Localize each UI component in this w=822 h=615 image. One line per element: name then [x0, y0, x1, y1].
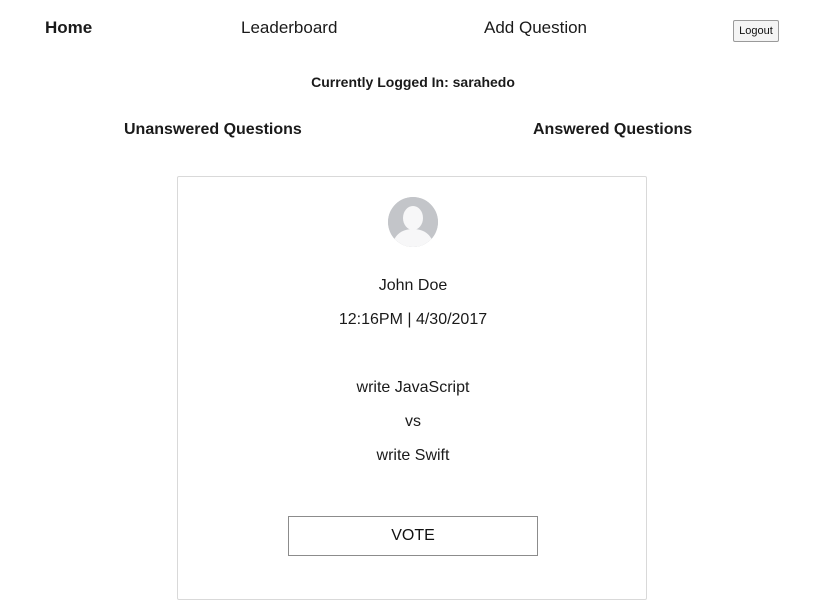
tab-unanswered-questions[interactable]: Unanswered Questions	[124, 121, 302, 139]
option-two-text: write Swift	[376, 447, 450, 464]
user-silhouette-icon	[388, 197, 438, 247]
top-nav: Home Leaderboard Add Question Logout	[0, 18, 822, 42]
nav-leaderboard-link[interactable]: Leaderboard	[241, 18, 337, 38]
avatar	[388, 197, 438, 247]
question-timestamp: 12:16PM | 4/30/2017	[338, 311, 488, 328]
nav-home-link[interactable]: Home	[45, 18, 92, 38]
options-separator: vs	[405, 413, 421, 430]
option-one-text: write JavaScript	[356, 379, 470, 396]
question-card: John Doe 12:16PM | 4/30/2017 write JavaS…	[177, 176, 647, 600]
nav-add-question-link[interactable]: Add Question	[484, 18, 587, 38]
question-author: John Doe	[378, 277, 448, 294]
tab-answered-questions[interactable]: Answered Questions	[533, 121, 692, 139]
question-tabs: Unanswered Questions Answered Questions	[0, 121, 822, 143]
vote-button[interactable]: VOTE	[288, 516, 538, 556]
logged-in-status: Currently Logged In: sarahedo	[311, 74, 515, 90]
logout-button[interactable]: Logout	[733, 20, 779, 42]
